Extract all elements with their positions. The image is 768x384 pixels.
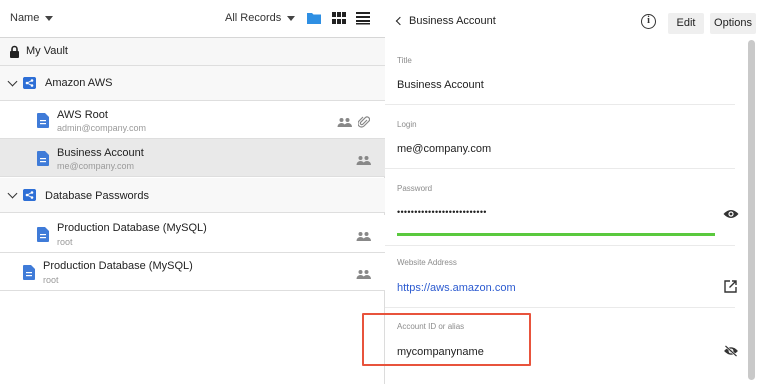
divider <box>385 307 735 308</box>
folder-icon[interactable] <box>306 11 322 25</box>
record-detail-panel: Business Account i Edit Options Title Bu… <box>385 0 768 384</box>
eye-off-icon[interactable] <box>723 345 739 357</box>
record-subtitle: me@company.com <box>57 161 134 171</box>
login-field-label: Login <box>397 120 417 129</box>
folder-label: Database Passwords <box>45 190 149 202</box>
lock-icon <box>10 45 19 58</box>
records-toolbar: Name All Records <box>0 0 385 38</box>
chevron-left-icon <box>395 16 405 26</box>
password-strength-bar <box>397 233 715 236</box>
shared-folder-icon <box>23 77 36 89</box>
options-button[interactable]: Options <box>710 13 756 34</box>
list-view-icon[interactable] <box>355 11 371 25</box>
divider <box>385 104 735 105</box>
edit-button[interactable]: Edit <box>668 13 704 34</box>
shared-users-icon <box>356 270 371 279</box>
account-id-field-value[interactable]: mycompanyname <box>397 346 484 358</box>
info-icon[interactable]: i <box>641 14 656 29</box>
record-title: Production Database (MySQL) <box>57 222 207 234</box>
document-icon <box>37 113 49 128</box>
website-link[interactable]: https://aws.amazon.com <box>397 282 516 294</box>
chevron-down-icon[interactable] <box>7 188 18 199</box>
vault-label: My Vault <box>26 45 68 57</box>
record-title: AWS Root <box>57 109 108 121</box>
my-vault-row[interactable]: My Vault <box>0 38 385 66</box>
title-field-value: Business Account <box>397 79 484 91</box>
password-field-value[interactable]: •••••••••••••••••••••••••• <box>397 207 487 217</box>
external-link-icon[interactable] <box>724 280 737 293</box>
shared-users-icon <box>356 232 371 241</box>
record-row[interactable]: Production Database (MySQL) root <box>0 253 385 291</box>
records-filter-dropdown[interactable]: All Records <box>225 12 296 24</box>
shared-users-icon <box>337 118 352 127</box>
chevron-down-icon[interactable] <box>7 76 18 87</box>
record-row[interactable]: AWS Root admin@company.com <box>0 101 385 139</box>
title-field-label: Title <box>397 56 412 65</box>
record-row-selected[interactable]: Business Account me@company.com <box>0 139 385 177</box>
divider <box>385 245 735 246</box>
document-icon <box>37 227 49 242</box>
records-panel: Name All Records My Vault Amazon AWS AWS… <box>0 0 385 384</box>
record-subtitle: root <box>57 237 73 247</box>
password-field-label: Password <box>397 184 433 193</box>
record-title: Business Account <box>57 147 144 159</box>
sort-label: Name <box>10 12 40 24</box>
login-field-value[interactable]: me@company.com <box>397 143 491 155</box>
website-field-label: Website Address <box>397 258 457 267</box>
document-icon <box>37 151 49 166</box>
record-row[interactable]: Production Database (MySQL) root <box>0 215 385 253</box>
back-button[interactable]: Business Account <box>395 15 496 27</box>
chevron-down-icon <box>287 15 296 21</box>
sort-dropdown[interactable]: Name <box>10 12 54 24</box>
document-icon <box>23 265 35 280</box>
eye-icon[interactable] <box>723 208 739 220</box>
folder-row-amazon-aws[interactable]: Amazon AWS <box>0 66 385 101</box>
attachment-icon <box>358 116 370 128</box>
shared-users-icon <box>356 156 371 165</box>
folder-label: Amazon AWS <box>45 77 113 89</box>
detail-title: Business Account <box>409 15 496 27</box>
records-filter-label: All Records <box>225 12 282 24</box>
record-subtitle: admin@company.com <box>57 123 147 133</box>
divider <box>385 168 735 169</box>
chevron-down-icon <box>45 15 54 21</box>
record-title: Production Database (MySQL) <box>43 260 193 272</box>
detail-header: Business Account i Edit Options <box>385 0 768 44</box>
record-subtitle: root <box>43 275 59 285</box>
folder-row-database-passwords[interactable]: Database Passwords <box>0 178 385 213</box>
shared-folder-icon <box>23 189 36 201</box>
scrollbar[interactable] <box>748 40 755 380</box>
grid-view-icon[interactable] <box>331 11 347 25</box>
account-id-field-label: Account ID or alias <box>397 322 465 331</box>
